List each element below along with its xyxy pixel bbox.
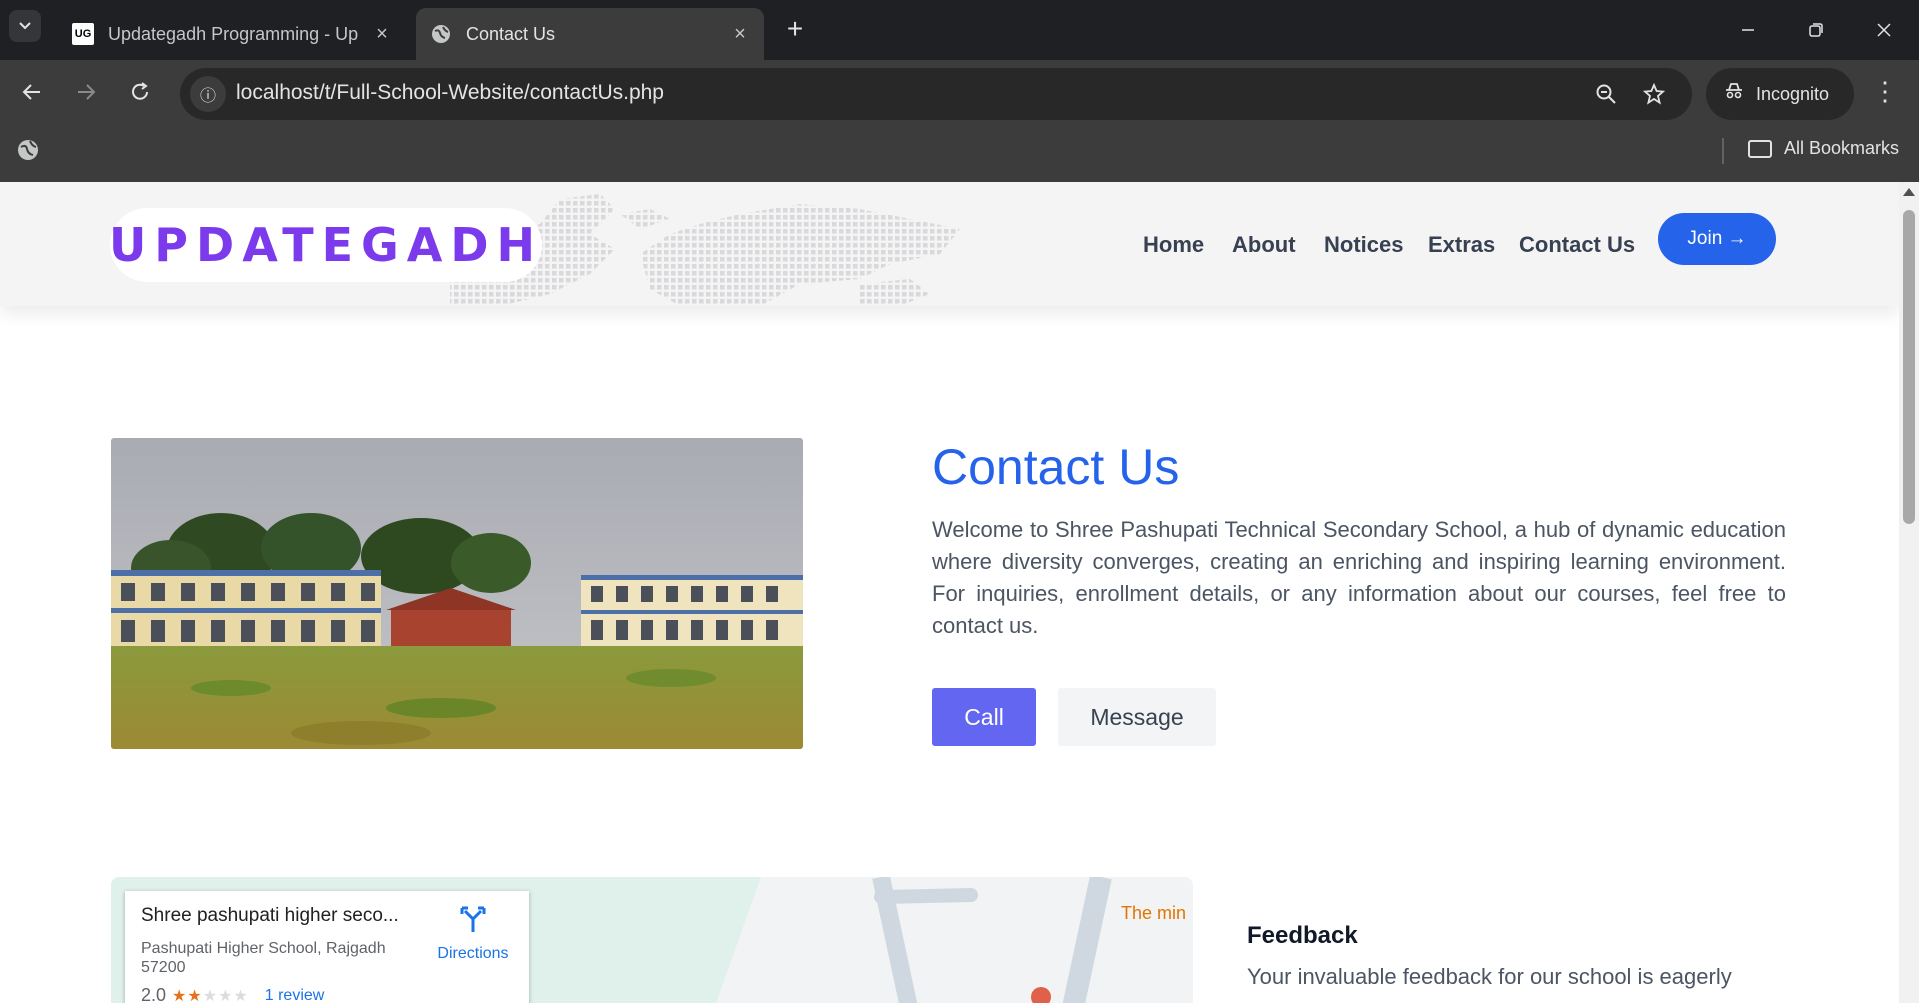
page-scrollbar[interactable] <box>1899 182 1919 1003</box>
tab-strip: UG Updategadh Programming - Up × Contact… <box>0 0 1919 60</box>
back-button[interactable] <box>14 74 50 110</box>
tab-contact-us[interactable]: Contact Us × <box>416 8 764 60</box>
minimize-button[interactable] <box>1728 12 1768 48</box>
site-header: UPDATEGADH Home About Notices Extras Con… <box>0 182 1899 306</box>
restore-button[interactable] <box>1796 12 1836 48</box>
contact-title: Contact Us <box>932 439 1180 495</box>
all-bookmarks-label: All Bookmarks <box>1784 138 1900 158</box>
message-button[interactable]: Message <box>1058 688 1216 746</box>
tab-title: Updategadh Programming - Up <box>108 23 359 44</box>
reload-icon <box>132 82 148 100</box>
incognito-icon <box>1724 82 1744 106</box>
map-place-name: Shree pashupati higher seco... <box>141 905 399 926</box>
close-icon[interactable]: × <box>372 23 392 45</box>
forward-button[interactable] <box>68 74 104 110</box>
chevron-down-icon <box>19 22 31 30</box>
star-rating-icon: ★★★★★ <box>172 987 249 1003</box>
map-review-link[interactable]: 1 review <box>265 987 325 1003</box>
zoom-icon[interactable] <box>1590 78 1622 110</box>
tab-search-button[interactable] <box>9 10 41 42</box>
bookmark-star-icon[interactable] <box>1638 78 1670 110</box>
more-menu-icon[interactable]: ⋮ <box>1870 76 1900 106</box>
contact-description: Welcome to Shree Pashupati Technical Sec… <box>932 517 1786 638</box>
map-place-card: Shree pashupati higher seco... Pashupati… <box>125 891 529 1003</box>
globe-icon[interactable] <box>16 138 42 164</box>
map-rating: 2.0 ★★★★★ 1 review <box>141 985 324 1003</box>
globe-icon <box>430 23 452 45</box>
embedded-map[interactable]: Shree pashupati higher seco... Pashupati… <box>111 877 1193 1003</box>
address-bar[interactable]: ⓘ localhost/t/Full-School-Website/contac… <box>180 68 1692 120</box>
bookmarks-bar: All Bookmarks <box>0 122 1919 182</box>
new-tab-button[interactable]: + <box>780 13 810 44</box>
incognito-badge[interactable]: Incognito <box>1706 68 1854 120</box>
site-logo[interactable]: UPDATEGADH <box>108 208 544 282</box>
nav-contact-us[interactable]: Contact Us <box>1519 232 1635 258</box>
nav-extras[interactable]: Extras <box>1428 232 1495 258</box>
nav-notices[interactable]: Notices <box>1324 232 1403 258</box>
map-poi-label: The min <box>1121 903 1187 923</box>
directions-label: Directions <box>437 945 509 962</box>
join-button[interactable]: Join → <box>1658 213 1776 265</box>
tab-updategadh[interactable]: UG Updategadh Programming - Up × <box>58 8 406 60</box>
school-campus-photo <box>111 438 803 749</box>
feedback-text: Your invaluable feedback for our school … <box>1247 964 1732 989</box>
site-info-icon[interactable]: ⓘ <box>190 76 226 112</box>
map-place-address: Pashupati Higher School, Rajgadh 57200 <box>141 940 386 976</box>
map-rating-value: 2.0 <box>141 985 167 1003</box>
nav-about[interactable]: About <box>1232 232 1296 258</box>
tab-title: Contact Us <box>466 23 556 44</box>
feedback-title: Feedback <box>1247 922 1358 949</box>
arrow-left-icon <box>22 84 40 100</box>
close-window-button[interactable] <box>1864 12 1904 48</box>
close-icon[interactable]: × <box>730 23 750 45</box>
ug-favicon-icon: UG <box>72 23 94 45</box>
url-text[interactable]: localhost/t/Full-School-Website/contactU… <box>236 81 664 105</box>
call-button[interactable]: Call <box>932 688 1036 746</box>
page-viewport: UPDATEGADH Home About Notices Extras Con… <box>0 182 1899 1003</box>
arrow-right-icon <box>78 84 96 100</box>
bookmarks-separator <box>1722 138 1724 164</box>
scrollbar-thumb[interactable] <box>1903 210 1915 524</box>
directions-button[interactable]: Directions <box>433 905 513 963</box>
browser-toolbar: ⓘ localhost/t/Full-School-Website/contac… <box>0 60 1919 122</box>
all-bookmarks-button[interactable]: All Bookmarks <box>1748 138 1899 159</box>
scroll-up-arrow-icon[interactable] <box>1903 188 1915 196</box>
directions-icon <box>433 905 513 941</box>
reload-button[interactable] <box>122 74 158 110</box>
logo-text: UPDATEGADH <box>108 218 544 272</box>
incognito-label: Incognito <box>1756 83 1830 104</box>
nav-home[interactable]: Home <box>1143 232 1204 258</box>
folder-icon <box>1748 139 1772 158</box>
